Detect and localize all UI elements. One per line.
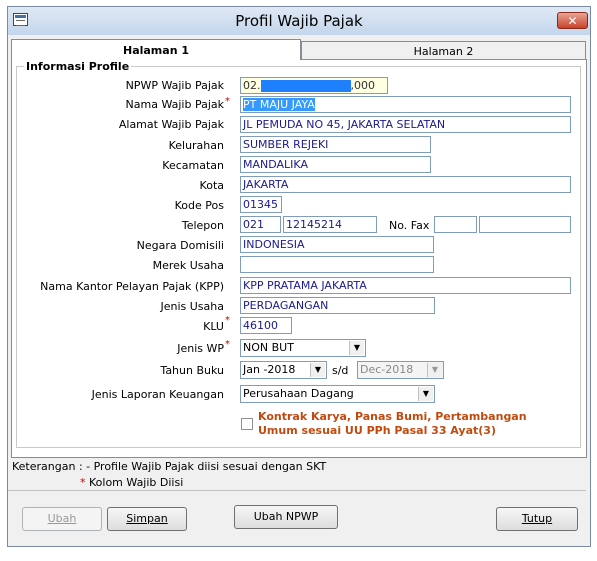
tahun-buku-from-select[interactable]: Jan -2018 ▼ <box>240 361 327 379</box>
kontrak-karya-label: Kontrak Karya, Panas Bumi, Pertambangan … <box>258 410 527 438</box>
sd-label: s/d <box>332 364 349 377</box>
tahun-buku-from-value: Jan -2018 <box>243 363 296 376</box>
kontrak-karya-checkbox[interactable] <box>241 418 253 430</box>
chevron-down-icon: ▼ <box>310 363 325 377</box>
fax-area-input[interactable] <box>434 216 477 233</box>
ubah-button-label: Ubah <box>47 512 77 525</box>
npwp-field: 02. ,000 <box>240 77 388 94</box>
chevron-down-icon: ▼ <box>418 387 433 401</box>
kode-pos-input[interactable]: 01345 <box>240 196 282 213</box>
required-note-text: Kolom Wajib Diisi <box>89 476 184 489</box>
alamat-input[interactable]: JL PEMUDA NO 45, JAKARTA SELATAN <box>240 116 571 133</box>
simpan-button-label: Simpan <box>126 512 168 525</box>
npwp-suffix: ,000 <box>350 79 376 92</box>
telepon-number-input[interactable]: 12145214 <box>283 216 377 233</box>
kpp-input[interactable]: KPP PRATAMA JAKARTA <box>240 277 571 294</box>
jenis-wp-label: Jenis WP <box>177 342 224 355</box>
fax-number-input[interactable] <box>479 216 571 233</box>
tutup-button-label: Tutup <box>521 512 553 525</box>
jenis-wp-select[interactable]: NON BUT ▼ <box>240 339 366 357</box>
window-title: Profil Wajib Pajak <box>235 12 363 30</box>
title-bar: Profil Wajib Pajak ✕ <box>8 7 590 35</box>
kelurahan-label: Kelurahan <box>168 139 224 152</box>
jenis-wp-value: NON BUT <box>243 341 294 354</box>
kelurahan-input[interactable]: SUMBER REJEKI <box>240 136 431 153</box>
tahun-buku-to-select: Dec-2018 ▼ <box>357 361 444 379</box>
kota-input[interactable]: JAKARTA <box>240 176 571 193</box>
chevron-down-icon: ▼ <box>427 363 442 377</box>
kecamatan-label: Kecamatan <box>162 159 224 172</box>
jenis-laporan-label: Jenis Laporan Keuangan <box>91 388 224 401</box>
jenis-wp-required-mark: * <box>225 339 230 350</box>
simpan-button[interactable]: Simpan <box>107 507 187 531</box>
telepon-area-input[interactable]: 021 <box>240 216 281 233</box>
nama-value: PT MAJU JAYA <box>243 98 315 111</box>
negara-label: Negara Domisili <box>136 239 224 252</box>
nama-label: Nama Wajib Pajak <box>125 98 224 111</box>
npwp-prefix: 02. <box>243 79 261 92</box>
close-button[interactable]: ✕ <box>557 12 588 29</box>
jenis-usaha-label: Jenis Usaha <box>160 300 224 313</box>
kpp-label: Nama Kantor Pelayan Pajak (KPP) <box>40 280 224 293</box>
jenis-laporan-select[interactable]: Perusahaan Dagang ▼ <box>240 385 435 403</box>
jenis-laporan-value: Perusahaan Dagang <box>243 387 354 400</box>
nama-required-mark: * <box>225 96 230 107</box>
negara-input[interactable]: INDONESIA <box>240 236 434 253</box>
kontrak-karya-line2: Umum sesuai UU PPh Pasal 33 Ayat(3) <box>258 424 496 437</box>
klu-input[interactable]: 46100 <box>240 317 292 334</box>
kontrak-karya-line1: Kontrak Karya, Panas Bumi, Pertambangan <box>258 410 527 423</box>
tahun-buku-label: Tahun Buku <box>160 364 224 377</box>
jenis-usaha-input[interactable]: PERDAGANGAN <box>240 297 435 314</box>
required-note: * Kolom Wajib Diisi <box>80 476 183 489</box>
klu-label: KLU <box>203 320 224 333</box>
required-note-mark: * <box>80 476 86 489</box>
tab-halaman-1[interactable]: Halaman 1 <box>11 39 301 60</box>
alamat-label: Alamat Wajib Pajak <box>118 118 224 131</box>
telepon-label: Telepon <box>181 219 224 232</box>
tutup-button[interactable]: Tutup <box>496 507 578 531</box>
tab-halaman-2[interactable]: Halaman 2 <box>301 41 586 60</box>
merek-label: Merek Usaha <box>152 259 224 272</box>
merek-input[interactable] <box>240 256 434 273</box>
separator <box>8 490 586 491</box>
npwp-mask <box>260 80 351 92</box>
npwp-label: NPWP Wajib Pajak <box>125 79 224 92</box>
kecamatan-input[interactable]: MANDALIKA <box>240 156 431 173</box>
group-title: Informasi Profile <box>24 60 132 73</box>
chevron-down-icon: ▼ <box>349 341 364 355</box>
keterangan-note: Keterangan : - Profile Wajib Pajak diisi… <box>12 460 327 473</box>
klu-required-mark: * <box>225 315 230 326</box>
kode-pos-label: Kode Pos <box>174 199 224 212</box>
ubah-button[interactable]: Ubah <box>22 507 102 531</box>
ubah-npwp-button[interactable]: Ubah NPWP <box>234 505 338 529</box>
tahun-buku-to-value: Dec-2018 <box>360 363 414 376</box>
kota-label: Kota <box>199 179 224 192</box>
nama-input[interactable]: PT MAJU JAYA <box>240 96 571 113</box>
fax-label: No. Fax <box>389 219 430 232</box>
